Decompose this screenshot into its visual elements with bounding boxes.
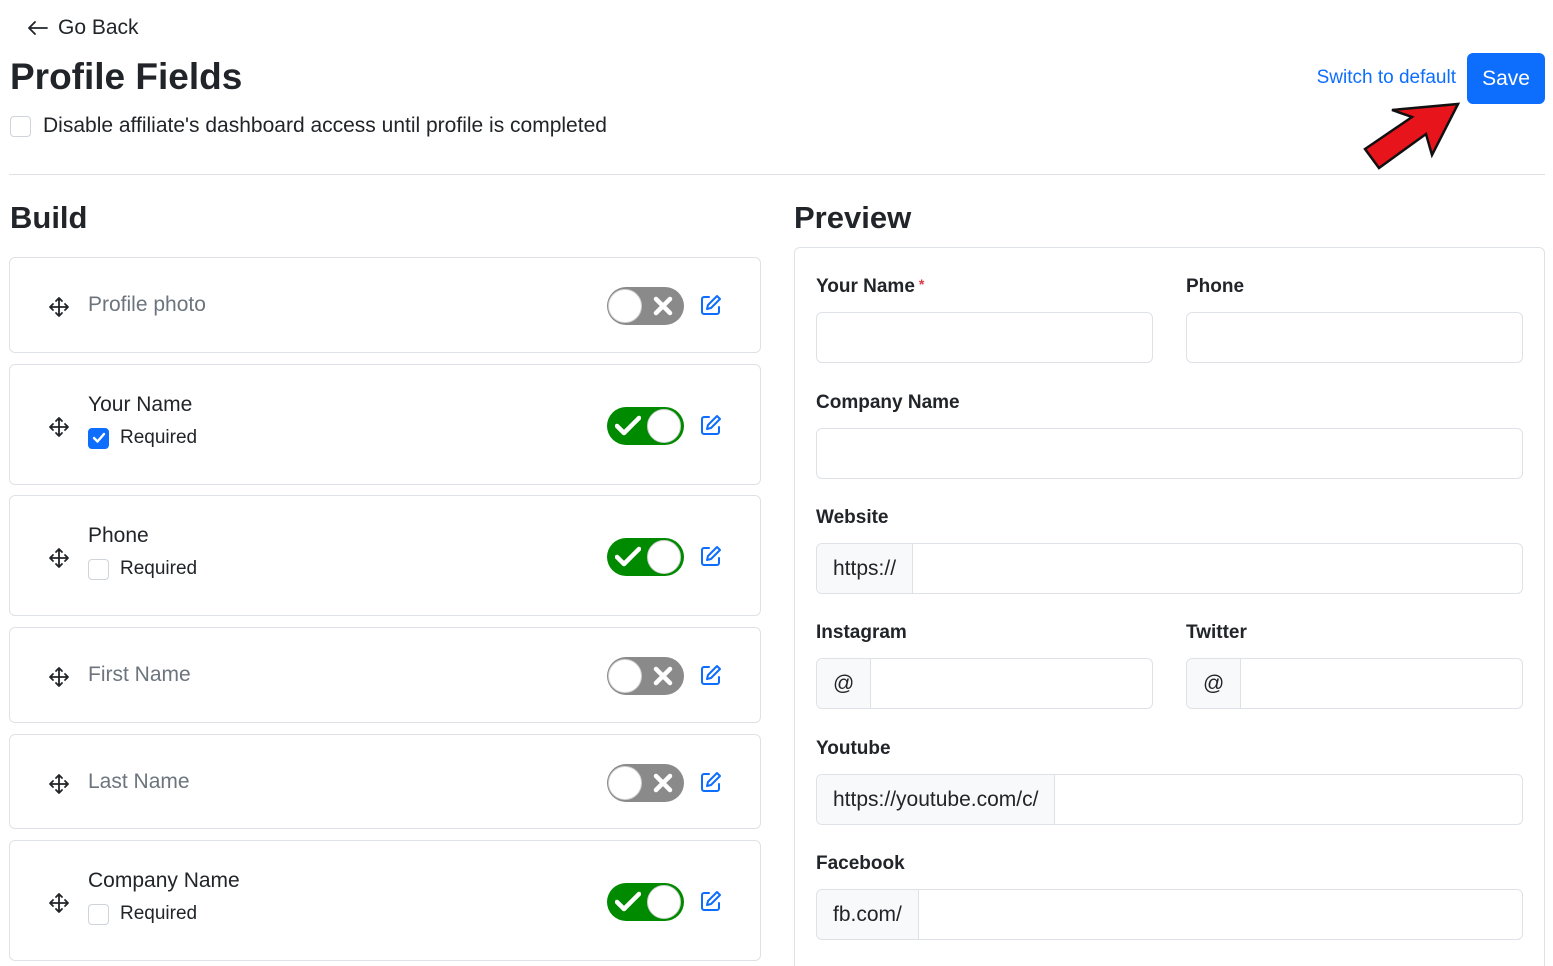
website-label: Website — [816, 507, 889, 528]
build-field-your-name[interactable]: Your Name Required — [9, 364, 761, 485]
facebook-input-group: fb.com/ — [816, 889, 1523, 940]
annotation-arrow-icon — [1363, 102, 1461, 170]
facebook-input[interactable] — [919, 890, 1522, 939]
required-option[interactable]: Required — [88, 903, 197, 925]
youtube-input-group: https://youtube.com/c/ — [816, 774, 1523, 825]
build-title: Build — [10, 200, 88, 235]
move-icon[interactable] — [48, 666, 70, 693]
required-label: Required — [120, 427, 198, 448]
arrow-left-icon — [28, 21, 48, 35]
youtube-label: Youtube — [816, 738, 891, 759]
instagram-label: Instagram — [816, 622, 907, 643]
toggle-knob — [608, 289, 642, 323]
website-input[interactable] — [913, 544, 1522, 593]
edit-icon[interactable] — [700, 294, 722, 321]
phone-input[interactable] — [1186, 312, 1523, 363]
switch-to-default-link[interactable]: Switch to default — [1317, 67, 1456, 89]
required-checkbox[interactable] — [88, 903, 109, 925]
edit-icon[interactable] — [700, 771, 722, 798]
your-name-label-text: Your Name — [816, 276, 915, 297]
toggle-knob — [647, 540, 681, 574]
field-label: Your Name — [88, 393, 193, 416]
check-icon — [614, 546, 642, 573]
company-name-input[interactable] — [816, 428, 1523, 479]
disable-access-option[interactable]: Disable affiliate's dashboard access unt… — [10, 114, 607, 138]
required-checkbox[interactable] — [88, 558, 109, 580]
move-icon[interactable] — [48, 296, 70, 323]
move-icon[interactable] — [48, 892, 70, 919]
edit-icon[interactable] — [700, 664, 722, 691]
move-icon[interactable] — [48, 773, 70, 800]
check-icon — [614, 415, 642, 442]
field-label: Last Name — [88, 770, 190, 793]
disable-access-checkbox[interactable] — [10, 115, 31, 137]
instagram-input-group: @ — [816, 658, 1153, 709]
x-icon — [652, 772, 674, 799]
required-option[interactable]: Required — [88, 427, 197, 449]
twitter-input-group: @ — [1186, 658, 1523, 709]
save-button[interactable]: Save — [1467, 53, 1545, 104]
required-checkbox[interactable] — [88, 427, 109, 449]
disable-access-label: Disable affiliate's dashboard access unt… — [43, 114, 607, 137]
edit-icon[interactable] — [700, 414, 722, 441]
build-field-phone[interactable]: Phone Required — [9, 495, 761, 616]
field-toggle[interactable] — [607, 883, 684, 921]
instagram-prefix: @ — [817, 659, 872, 708]
field-toggle[interactable] — [607, 287, 684, 325]
facebook-prefix: fb.com/ — [817, 890, 919, 939]
build-field-company-name[interactable]: Company Name Required — [9, 840, 761, 961]
your-name-label: Your Name * — [816, 276, 924, 298]
required-label: Required — [120, 558, 198, 579]
field-label: Profile photo — [88, 293, 206, 316]
move-icon[interactable] — [48, 416, 70, 443]
website-input-group: https:// — [816, 543, 1523, 594]
field-label: First Name — [88, 663, 191, 686]
required-label: Required — [120, 903, 198, 924]
preview-form: Your Name * Phone Company Name Website ht… — [794, 247, 1545, 966]
youtube-prefix: https://youtube.com/c/ — [817, 775, 1056, 824]
field-toggle[interactable] — [607, 407, 684, 445]
build-field-first-name[interactable]: First Name — [9, 627, 761, 723]
header-divider — [9, 174, 1545, 175]
field-label: Phone — [88, 524, 149, 547]
toggle-knob — [647, 409, 681, 443]
move-icon[interactable] — [48, 547, 70, 574]
page-title: Profile Fields — [10, 56, 243, 97]
profile-fields-page: Go Back Profile Fields Disable affiliate… — [0, 0, 1553, 966]
build-field-last-name[interactable]: Last Name — [9, 734, 761, 829]
toggle-knob — [608, 659, 642, 693]
check-icon — [614, 891, 642, 918]
your-name-input[interactable] — [816, 312, 1153, 363]
website-prefix: https:// — [817, 544, 914, 593]
twitter-label: Twitter — [1186, 622, 1247, 643]
toggle-knob — [608, 766, 642, 800]
twitter-prefix: @ — [1187, 659, 1242, 708]
company-name-label: Company Name — [816, 392, 960, 413]
go-back-link[interactable]: Go Back — [28, 16, 139, 40]
required-option[interactable]: Required — [88, 558, 197, 580]
toggle-knob — [647, 885, 681, 919]
preview-title: Preview — [794, 200, 912, 235]
edit-icon[interactable] — [700, 545, 722, 572]
build-field-profile-photo[interactable]: Profile photo — [9, 257, 761, 353]
go-back-label: Go Back — [58, 16, 139, 39]
edit-icon[interactable] — [700, 890, 722, 917]
field-label: Company Name — [88, 869, 240, 892]
youtube-input[interactable] — [1055, 775, 1522, 824]
field-toggle[interactable] — [607, 764, 684, 802]
x-icon — [652, 665, 674, 692]
field-toggle[interactable] — [607, 538, 684, 576]
phone-label: Phone — [1186, 276, 1245, 297]
twitter-input[interactable] — [1241, 659, 1522, 708]
field-toggle[interactable] — [607, 657, 684, 695]
x-icon — [652, 295, 674, 322]
instagram-input[interactable] — [871, 659, 1152, 708]
facebook-label: Facebook — [816, 853, 905, 874]
required-star: * — [918, 276, 925, 292]
